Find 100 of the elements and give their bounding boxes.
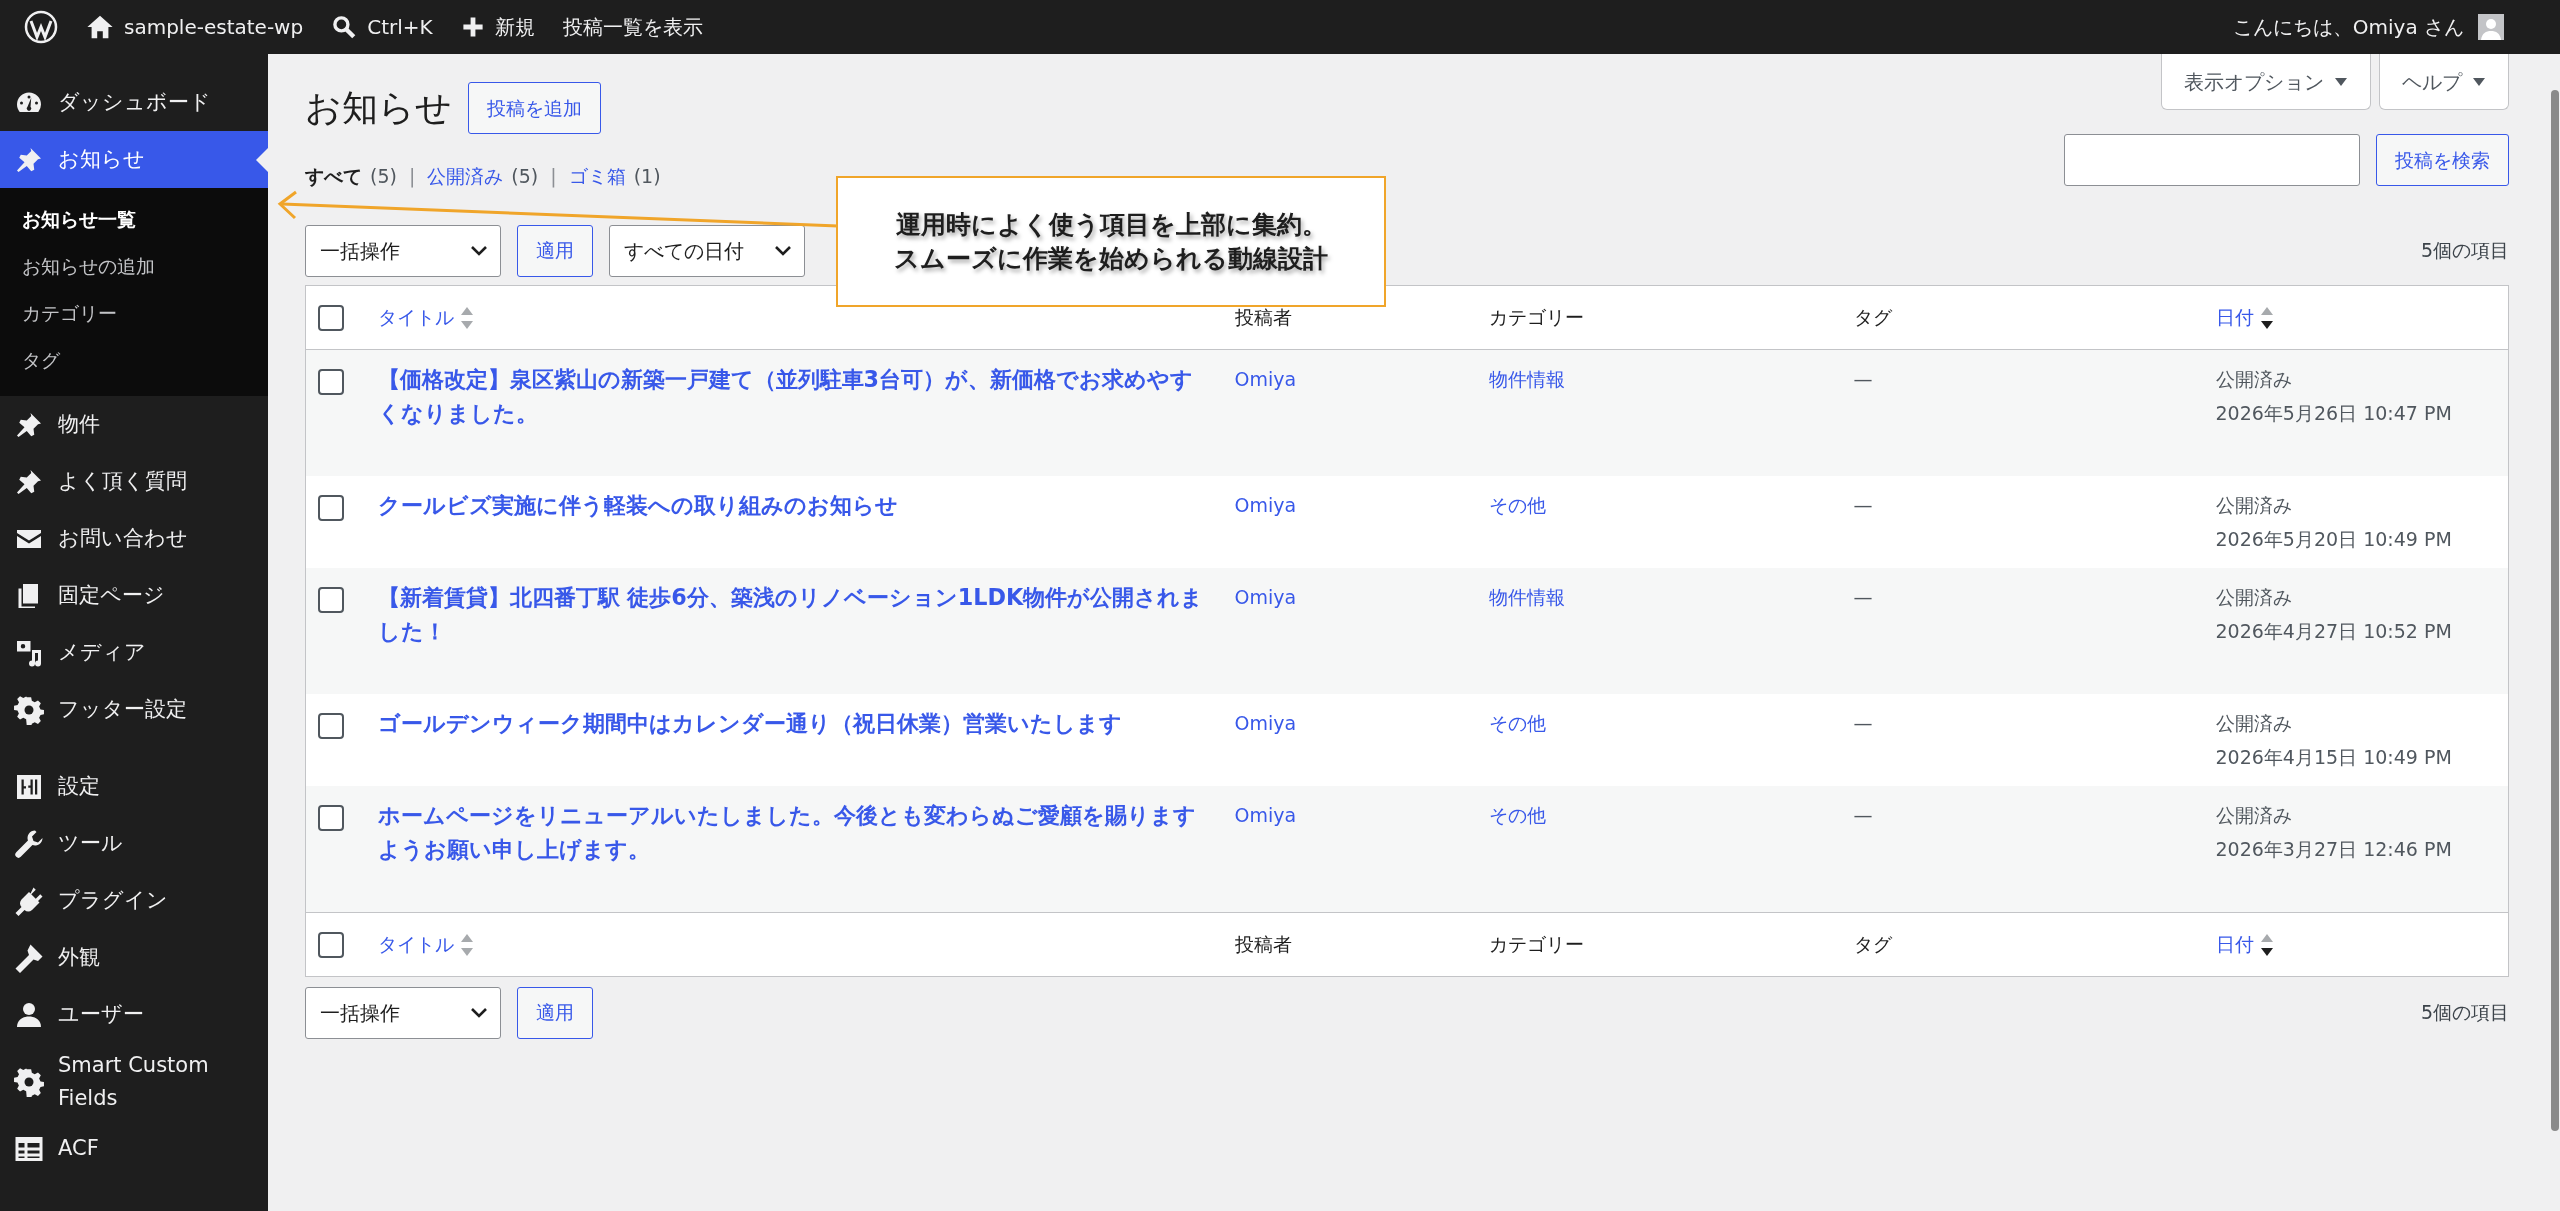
search-link[interactable]: Ctrl+K [317, 0, 447, 54]
sort-column-link[interactable]: タイトル [377, 932, 454, 955]
page-title: お知らせ [305, 86, 452, 130]
search-field[interactable] [2064, 134, 2360, 186]
category-link[interactable]: その他 [1488, 493, 1546, 516]
sidebar-item[interactable]: Smart Custom Fields [0, 1043, 268, 1121]
item-count: 5個の項目 [2420, 238, 2509, 264]
date-text: 2026年4月15日 10:49 PM [2215, 744, 2453, 770]
plus-icon [460, 15, 485, 39]
gear-icon [14, 1066, 44, 1097]
sort-column-link[interactable]: 日付 [2215, 305, 2254, 328]
column-header: タグ [1853, 305, 1892, 328]
row-checkbox[interactable] [318, 713, 344, 739]
sidebar-item[interactable]: ダッシュボード [0, 74, 268, 131]
gear-icon [14, 694, 44, 725]
view-filter-link[interactable]: ゴミ箱 [568, 162, 626, 191]
column-header: 投稿者 [1234, 932, 1292, 955]
sidebar-item[interactable]: ユーザー [0, 986, 268, 1043]
row-checkbox[interactable] [318, 369, 344, 395]
search-posts-button[interactable]: 投稿を検索 [2376, 134, 2509, 186]
column-header: カテゴリー [1488, 305, 1584, 328]
date-text: 2026年3月27日 12:46 PM [2215, 836, 2453, 862]
column-header: 投稿者 [1234, 305, 1292, 328]
sort-column-link[interactable]: タイトル [377, 305, 454, 328]
tags-cell: — [1853, 585, 1873, 608]
submenu-item[interactable]: お知らせの追加 [0, 243, 268, 290]
submenu-item[interactable]: お知らせ一覧 [0, 196, 268, 243]
row-checkbox[interactable] [318, 805, 344, 831]
date-filter-select[interactable]: すべての日付 [609, 224, 805, 277]
sidebar-item[interactable]: 物件 [0, 396, 268, 453]
sidebar-item[interactable]: メディア [0, 624, 268, 681]
row-checkbox[interactable] [318, 587, 344, 613]
tags-cell: — [1853, 367, 1873, 390]
new-link[interactable]: 新規 [446, 0, 549, 54]
column-header: タグ [1853, 932, 1892, 955]
tags-cell: — [1853, 711, 1873, 734]
sidebar-item[interactable]: ツール [0, 815, 268, 872]
view-count: (1) [633, 164, 661, 189]
sidebar-item[interactable]: 外観 [0, 929, 268, 986]
sidebar-item[interactable]: プラグイン [0, 872, 268, 929]
post-title-link[interactable]: クールビズ実施に伴う軽装への取り組みのお知らせ [377, 487, 1211, 522]
sidebar-item[interactable]: 設定 [0, 758, 268, 815]
author-link[interactable]: Omiya [1234, 367, 1297, 390]
select-all-checkbox[interactable] [318, 305, 344, 332]
view-filter-link[interactable]: 公開済み [427, 162, 504, 191]
bulk-action-select[interactable]: 一括操作 [305, 986, 501, 1039]
author-link[interactable]: Omiya [1234, 711, 1297, 734]
view-filter-link[interactable]: すべて [305, 162, 362, 191]
chevron-icon [470, 244, 488, 257]
separator: | [408, 164, 416, 190]
hammer-icon [14, 942, 44, 973]
column-header: カテゴリー [1488, 932, 1584, 955]
sidebar-item[interactable]: ACF [0, 1120, 268, 1178]
submenu-item[interactable]: タグ [0, 337, 268, 384]
category-link[interactable]: 物件情報 [1488, 585, 1565, 608]
chevron-icon [470, 1006, 488, 1019]
sidebar-item[interactable]: よく頂く質問 [0, 453, 268, 510]
bulk-action-select[interactable]: 一括操作 [305, 224, 501, 277]
sidebar-item[interactable]: お知らせ [0, 131, 268, 188]
author-link[interactable]: Omiya [1234, 585, 1297, 608]
caret-icon [2334, 76, 2348, 87]
search-icon [331, 14, 358, 40]
apply-button[interactable]: 適用 [517, 986, 593, 1039]
date-text: 2026年5月26日 10:47 PM [2215, 400, 2453, 426]
wrench-icon [14, 828, 44, 859]
sort-column-link[interactable]: 日付 [2215, 932, 2254, 955]
select-all-checkbox[interactable] [318, 932, 344, 959]
current-menu-pointer [256, 147, 268, 172]
tags-cell: — [1853, 803, 1873, 826]
callout-text: 運用時によく使う項目を上部に集約。 スムーズに作業を始められる動線設計 [894, 208, 1328, 275]
chevron-icon [774, 244, 792, 257]
row-checkbox[interactable] [318, 495, 344, 521]
separator: | [550, 164, 557, 190]
category-link[interactable]: その他 [1488, 711, 1546, 734]
view-posts-link[interactable]: 投稿一覧を表示 [548, 0, 717, 54]
author-link[interactable]: Omiya [1234, 493, 1297, 516]
submenu-item[interactable]: カテゴリー [0, 290, 268, 337]
author-link[interactable]: Omiya [1234, 803, 1297, 826]
view-count: (5) [370, 164, 397, 189]
sidebar-item[interactable]: 固定ページ [0, 567, 268, 624]
status-text: 公開済み [2215, 366, 2293, 392]
sidebar-item[interactable]: フッター設定 [0, 681, 268, 738]
date-text: 2026年5月20日 10:49 PM [2215, 526, 2453, 552]
status-text: 公開済み [2215, 710, 2293, 736]
add-post-button[interactable]: 投稿を追加 [468, 82, 601, 134]
screen-options-tab[interactable]: 表示オプション [2161, 54, 2371, 110]
date-text: 2026年4月27日 10:52 PM [2215, 618, 2453, 644]
apply-button[interactable]: 適用 [517, 224, 593, 277]
category-link[interactable]: 物件情報 [1488, 367, 1565, 390]
sidebar-item[interactable]: お問い合わせ [0, 510, 268, 567]
category-link[interactable]: その他 [1488, 803, 1546, 826]
status-text: 公開済み [2215, 584, 2293, 610]
help-tab[interactable]: ヘルプ [2379, 54, 2509, 110]
tags-cell: — [1853, 493, 1873, 516]
home-icon [86, 13, 114, 41]
site-link[interactable]: sample-estate-wp [72, 0, 318, 54]
status-text: 公開済み [2215, 492, 2293, 518]
post-title-link[interactable]: ゴールデンウィーク期間中はカレンダー通り（祝日休業）営業いたします [377, 705, 1211, 740]
greeting-link[interactable]: こんにちは、Omiya さん [2218, 0, 2478, 54]
wordpress-logo-icon[interactable] [24, 10, 58, 44]
